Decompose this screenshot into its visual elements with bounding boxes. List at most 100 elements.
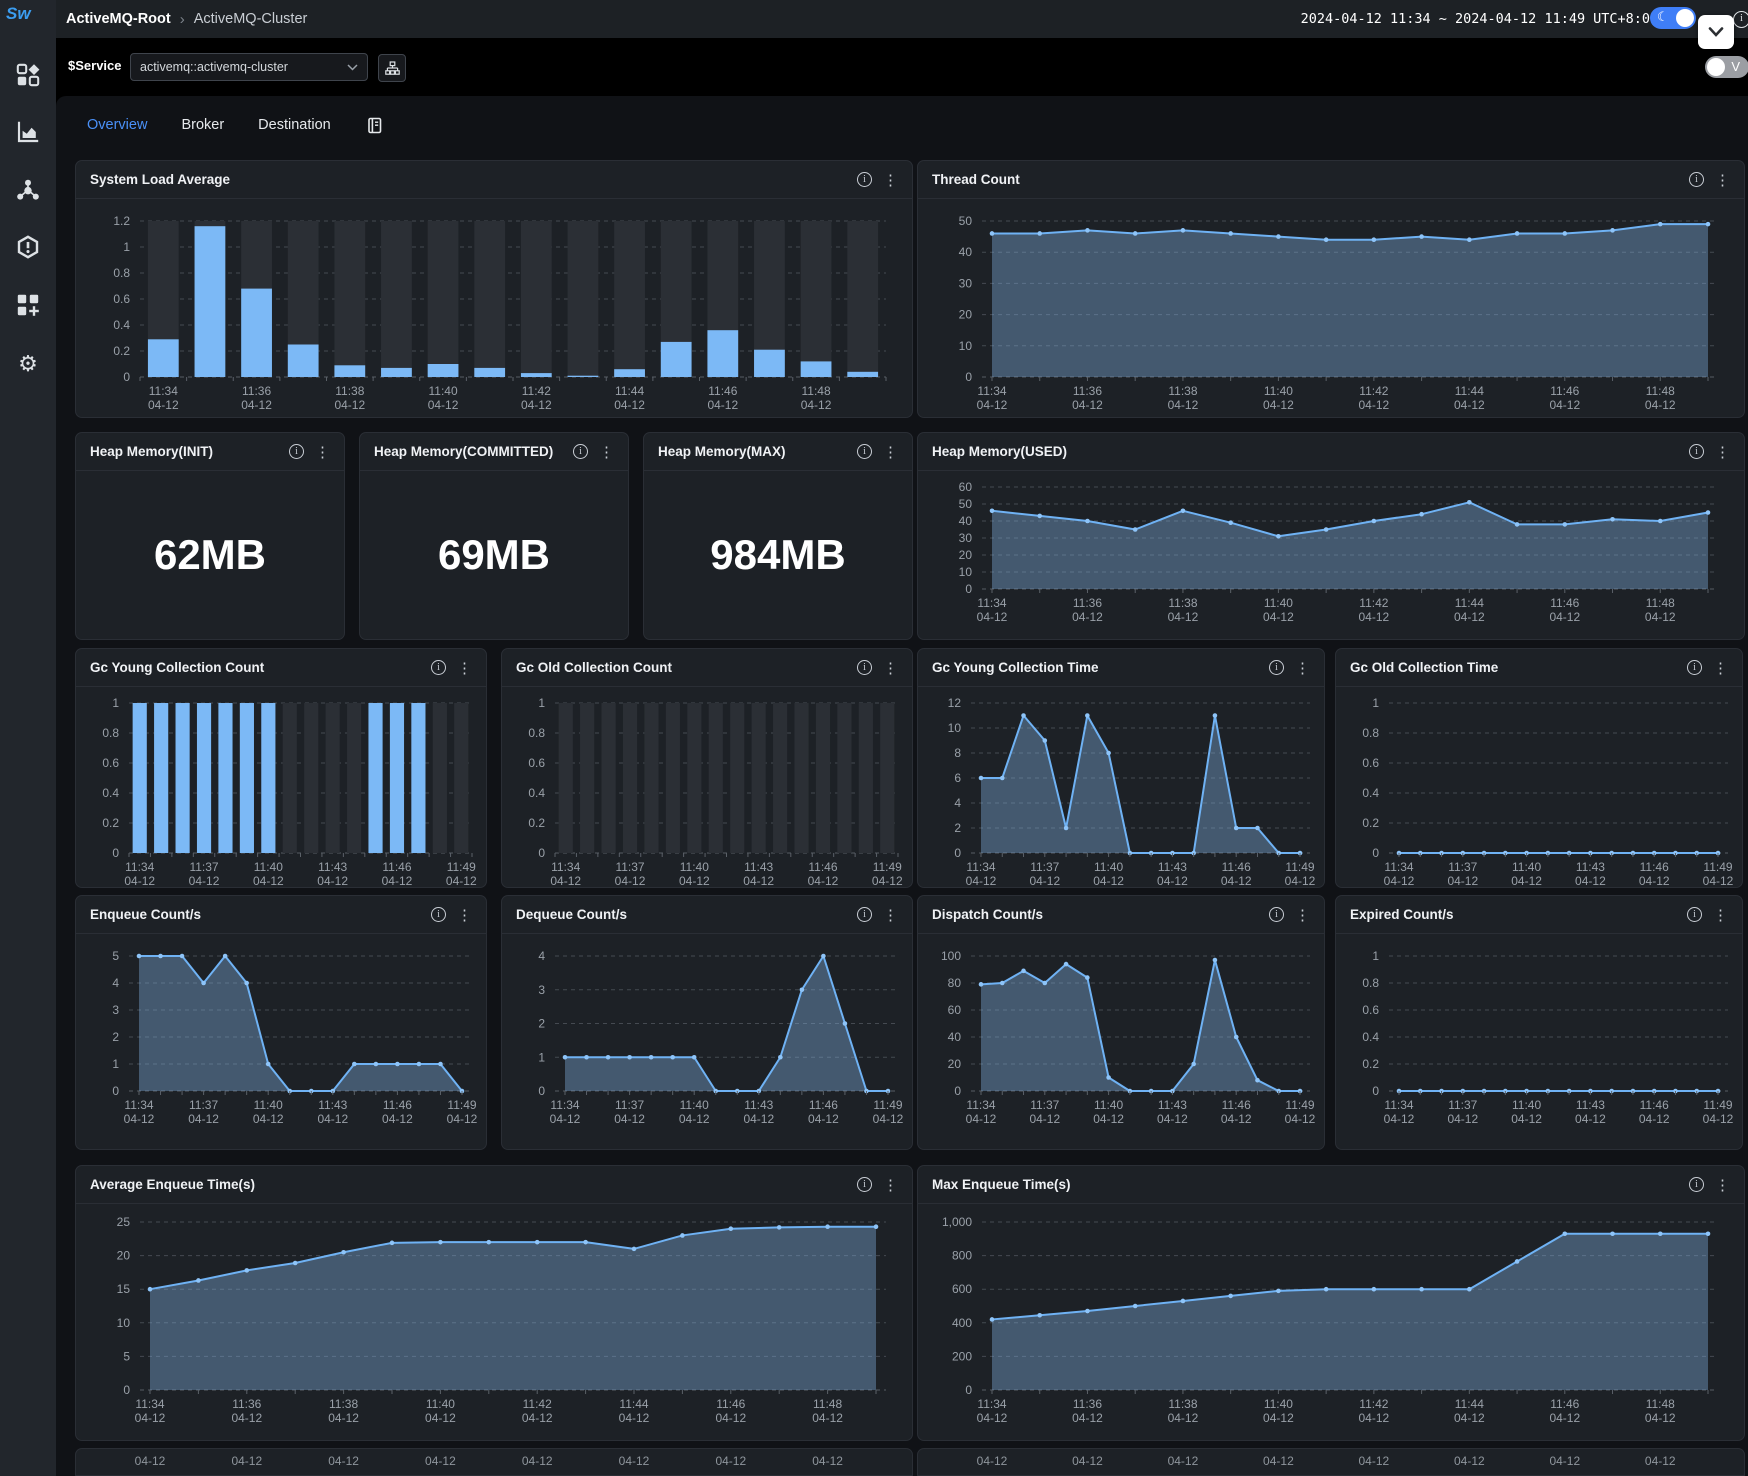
more-options-icon[interactable]: ⋮ [1713,906,1728,924]
time-range-value[interactable]: 2024-04-12 11:34 ~ 2024-04-12 11:49 [1301,11,1585,27]
more-options-icon[interactable]: ⋮ [1295,659,1310,677]
breadcrumb-current[interactable]: ActiveMQ-Cluster [194,11,308,27]
svg-text:04-12: 04-12 [1029,874,1060,887]
svg-text:04-12: 04-12 [679,874,710,887]
svg-text:50: 50 [959,214,973,228]
more-options-icon[interactable]: ⋮ [883,1176,898,1194]
svg-text:2: 2 [538,1017,545,1031]
svg-text:2: 2 [112,1030,119,1044]
more-options-icon[interactable]: ⋮ [1713,659,1728,677]
svg-text:04-12: 04-12 [241,398,272,412]
svg-text:11:48: 11:48 [813,1397,842,1411]
svg-text:3: 3 [112,1003,119,1017]
svg-text:0.8: 0.8 [102,726,119,740]
svg-text:04-12: 04-12 [966,874,997,887]
svg-text:5: 5 [123,1349,130,1363]
more-options-icon[interactable]: ⋮ [883,906,898,924]
info-icon[interactable]: i [857,172,872,187]
sidebar: Sw ⚙ [0,0,56,1476]
svg-text:04-12: 04-12 [1072,1454,1103,1468]
info-icon[interactable]: i [857,1177,872,1192]
chart-gc_old_time[interactable]: 00.20.40.60.8111:3404-1211:3704-1211:400… [1336,687,1742,887]
alarms-icon[interactable] [16,235,40,259]
info-icon[interactable]: i [1689,1177,1704,1192]
dashboard-tabs: Overview Broker Destination [87,110,384,140]
svg-text:11:49: 11:49 [447,860,476,874]
info-icon[interactable]: i [1269,907,1284,922]
chart-heap_used[interactable]: 010203040506011:3404-1211:3604-1211:3804… [918,471,1744,639]
chart-gc_young_count[interactable]: 00.20.40.60.8111:3404-1211:3704-1211:400… [76,687,486,887]
info-icon[interactable]: i [1687,660,1702,675]
svg-text:0: 0 [123,1383,130,1397]
svg-text:1: 1 [1372,949,1379,963]
header-info-icon[interactable]: i [1733,11,1748,28]
tab-broker[interactable]: Broker [181,117,224,133]
tab-destination[interactable]: Destination [258,117,331,133]
breadcrumb-root[interactable]: ActiveMQ-Root [66,11,171,27]
svg-text:04-12: 04-12 [1168,398,1199,412]
time-range[interactable]: 2024-04-12 11:34 ~ 2024-04-12 11:49 UTC+… [1301,0,1650,38]
more-options-icon[interactable]: ⋮ [315,443,330,461]
info-icon[interactable]: i [1687,907,1702,922]
more-options-icon[interactable]: ⋮ [1715,443,1730,461]
more-options-icon[interactable]: ⋮ [1295,906,1310,924]
version-toggle-knob[interactable] [1707,58,1725,76]
chart-thread_count[interactable]: 0102030405011:3404-1211:3604-1211:3804-1… [918,199,1744,417]
svg-text:11:44: 11:44 [619,1397,648,1411]
chart-system_load[interactable]: 00.20.40.60.811.211:3404-1211:3604-1211:… [76,199,912,417]
svg-text:04-12: 04-12 [1549,1454,1580,1468]
skywalking-logo[interactable]: Sw [6,4,31,24]
chart-max_enqueue_time[interactable]: 02004006008001,00011:3404-1211:3604-1211… [918,1204,1744,1440]
more-options-icon[interactable]: ⋮ [457,906,472,924]
info-icon[interactable]: i [1689,172,1704,187]
info-icon[interactable]: i [573,444,588,459]
svg-text:6: 6 [954,771,961,785]
dashboards-icon[interactable] [16,63,40,87]
org-chart-icon [385,61,400,76]
info-icon[interactable]: i [857,907,872,922]
svg-text:11:34: 11:34 [1384,1098,1413,1112]
chart-dequeue[interactable]: 0123411:3404-1211:3704-1211:4004-1211:43… [502,934,912,1149]
info-icon[interactable]: i [289,444,304,459]
more-options-icon[interactable]: ⋮ [883,659,898,677]
theme-toggle[interactable]: ☾ [1650,7,1696,29]
more-options-icon[interactable]: ⋮ [883,171,898,189]
more-options-icon[interactable]: ⋮ [1715,1176,1730,1194]
info-icon[interactable]: i [431,907,446,922]
topology-icon[interactable] [16,178,40,202]
service-select[interactable]: activemq::activemq-cluster [130,53,368,81]
settings-icon[interactable]: ⚙ [16,352,40,376]
svg-text:04-12: 04-12 [679,1112,710,1126]
info-icon[interactable]: i [1269,660,1284,675]
collapse-toolbar-button[interactable] [1698,15,1734,49]
svg-text:04-12: 04-12 [1072,398,1103,412]
chart-expired[interactable]: 00.20.40.60.8111:3404-1211:3704-1211:400… [1336,934,1742,1149]
chart-gc_old_count[interactable]: 00.20.40.60.8111:3404-1211:3704-1211:400… [502,687,912,887]
theme-toggle-knob[interactable] [1676,9,1694,27]
more-options-icon[interactable]: ⋮ [599,443,614,461]
card-max_enqueue_time: Max Enqueue Time(s)i⋮02004006008001,0001… [917,1165,1745,1441]
svg-text:11:40: 11:40 [426,1397,455,1411]
service-topology-button[interactable] [378,54,406,82]
chart-avg_enqueue_time[interactable]: 051015202511:3404-1211:3604-1211:3804-12… [76,1204,912,1440]
metrics-icon[interactable] [16,120,40,144]
info-icon[interactable]: i [1689,444,1704,459]
version-toggle[interactable]: V [1705,56,1748,78]
svg-text:30: 30 [959,531,973,545]
info-icon[interactable]: i [857,660,872,675]
dashboard-list-icon[interactable] [365,116,384,135]
card-dispatch: Dispatch Count/si⋮02040608010011:3404-12… [917,895,1325,1150]
more-options-icon[interactable]: ⋮ [457,659,472,677]
info-icon[interactable]: i [431,660,446,675]
svg-text:04-12: 04-12 [1703,874,1734,887]
marketplace-icon[interactable] [16,293,40,317]
chart-enqueue[interactable]: 01234511:3404-1211:3704-1211:4004-1211:4… [76,934,486,1149]
svg-text:04-12: 04-12 [550,874,581,887]
chart-dispatch[interactable]: 02040608010011:3404-1211:3704-1211:4004-… [918,934,1324,1149]
svg-text:11:40: 11:40 [1264,596,1293,610]
chart-gc_young_time[interactable]: 02468101211:3404-1211:3704-1211:4004-121… [918,687,1324,887]
more-options-icon[interactable]: ⋮ [883,443,898,461]
info-icon[interactable]: i [857,444,872,459]
tab-overview[interactable]: Overview [87,117,147,133]
more-options-icon[interactable]: ⋮ [1715,171,1730,189]
